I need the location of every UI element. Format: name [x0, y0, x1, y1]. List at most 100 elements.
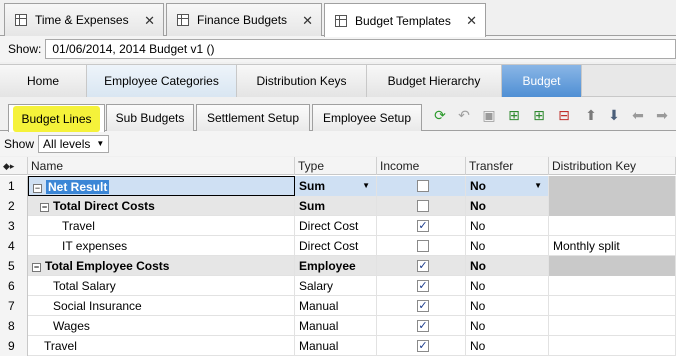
transfer-cell[interactable]: No — [466, 236, 549, 256]
name-cell[interactable]: Wages — [28, 316, 295, 336]
transfer-cell[interactable]: No — [466, 296, 549, 316]
type-cell[interactable]: Sum ▼ — [295, 176, 377, 196]
income-checkbox[interactable]: ✓ — [417, 280, 429, 292]
income-checkbox[interactable] — [417, 200, 429, 212]
type-cell[interactable]: Sum — [295, 196, 377, 216]
distribution-key-cell[interactable] — [549, 196, 676, 216]
nav-employee-categories[interactable]: Employee Categories — [87, 65, 237, 97]
column-income[interactable]: Income — [377, 157, 466, 175]
transfer-cell[interactable]: No — [466, 216, 549, 236]
name-cell[interactable]: Travel — [28, 336, 295, 356]
collapse-icon[interactable]: − — [32, 263, 41, 272]
type-cell[interactable]: Direct Cost — [295, 236, 377, 256]
income-checkbox[interactable]: ✓ — [417, 340, 429, 352]
name-cell[interactable]: − Total Employee Costs — [28, 256, 295, 276]
table-row[interactable]: 2 − Total Direct Costs Sum No — [0, 196, 676, 216]
column-transfer[interactable]: Transfer — [466, 157, 549, 175]
sort-arrows-icon[interactable]: ◆▸ — [0, 157, 28, 175]
income-cell: ✓ — [377, 316, 466, 336]
table-row[interactable]: 1 − Net Result Sum ▼ No ▼ — [0, 176, 676, 196]
nav-budget[interactable]: Budget — [502, 65, 582, 97]
name-cell[interactable]: − Net Result — [28, 176, 295, 196]
income-checkbox[interactable] — [417, 180, 429, 192]
type-cell[interactable]: Manual — [295, 336, 377, 356]
income-cell — [377, 196, 466, 216]
tab-time-expenses[interactable]: Time & Expenses ✕ — [4, 3, 164, 36]
tab-finance-budgets[interactable]: Finance Budgets ✕ — [166, 3, 322, 36]
close-icon[interactable]: ✕ — [466, 13, 477, 29]
add-row-icon[interactable]: ⊞ — [506, 107, 522, 123]
income-checkbox[interactable]: ✓ — [417, 300, 429, 312]
tab-employee-setup[interactable]: Employee Setup — [312, 104, 422, 131]
table-row[interactable]: 3 Travel Direct Cost ✓ No — [0, 216, 676, 236]
distribution-key-cell[interactable] — [549, 316, 676, 336]
distribution-key-cell[interactable] — [549, 276, 676, 296]
type-cell[interactable]: Manual — [295, 296, 377, 316]
transfer-cell[interactable]: No ▼ — [466, 176, 549, 196]
table-row[interactable]: 8 Wages Manual ✓ No — [0, 316, 676, 336]
distribution-key-cell[interactable] — [549, 296, 676, 316]
column-type[interactable]: Type — [295, 157, 377, 175]
transfer-cell[interactable]: No — [466, 196, 549, 216]
income-checkbox[interactable]: ✓ — [417, 260, 429, 272]
name-text: Net Result — [46, 180, 110, 194]
row-number: 5 — [0, 256, 28, 276]
type-text: Sum — [299, 179, 326, 193]
document-tab-bar: Time & Expenses ✕ Finance Budgets ✕ Budg… — [0, 0, 676, 37]
distribution-key-cell[interactable] — [549, 176, 676, 196]
transfer-cell[interactable]: No — [466, 316, 549, 336]
tab-settlement-setup[interactable]: Settlement Setup — [196, 104, 310, 131]
table-row[interactable]: 4 IT expenses Direct Cost No Monthly spl… — [0, 236, 676, 256]
close-icon[interactable]: ✕ — [302, 13, 313, 29]
income-checkbox[interactable]: ✓ — [417, 320, 429, 332]
save-icon[interactable]: ▣ — [481, 107, 497, 123]
distribution-key-cell[interactable] — [549, 256, 676, 276]
name-cell[interactable]: IT expenses — [28, 236, 295, 256]
income-checkbox[interactable] — [417, 240, 429, 252]
type-cell[interactable]: Salary — [295, 276, 377, 296]
type-cell[interactable]: Direct Cost — [295, 216, 377, 236]
undo-icon[interactable]: ↶ — [456, 107, 472, 123]
table-row[interactable]: 6 Total Salary Salary ✓ No — [0, 276, 676, 296]
transfer-cell[interactable]: No — [466, 336, 549, 356]
collapse-icon[interactable]: − — [33, 184, 42, 193]
table-row[interactable]: 7 Social Insurance Manual ✓ No — [0, 296, 676, 316]
tab-budget-lines[interactable]: Budget Lines — [8, 104, 105, 132]
add-child-row-icon[interactable]: ⊞ — [531, 107, 547, 123]
type-cell[interactable]: Manual — [295, 316, 377, 336]
grid-header: ◆▸ Name Type Income Transfer Distributio… — [0, 157, 676, 175]
tab-sub-budgets[interactable]: Sub Budgets — [106, 104, 194, 131]
nav-budget-hierarchy[interactable]: Budget Hierarchy — [367, 65, 502, 97]
column-name[interactable]: Name — [28, 157, 295, 175]
table-icon — [177, 14, 189, 26]
budget-selector-field[interactable]: 01/06/2014, 2014 Budget v1 () — [45, 39, 676, 59]
nav-distribution-keys[interactable]: Distribution Keys — [237, 65, 367, 97]
name-cell[interactable]: Social Insurance — [28, 296, 295, 316]
distribution-key-cell[interactable]: Monthly split — [549, 236, 676, 256]
transfer-cell[interactable]: No — [466, 256, 549, 276]
table-row[interactable]: 5 − Total Employee Costs Employee ✓ No — [0, 256, 676, 276]
column-distribution-key[interactable]: Distribution Key — [549, 157, 676, 175]
distribution-key-cell[interactable] — [549, 216, 676, 236]
move-down-icon[interactable]: ⬇ — [606, 107, 622, 123]
close-icon[interactable]: ✕ — [144, 13, 155, 29]
move-up-icon[interactable]: ⬆ — [583, 107, 599, 123]
tab-label: Time & Expenses — [35, 13, 129, 27]
transfer-cell[interactable]: No — [466, 276, 549, 296]
name-cell[interactable]: Total Salary — [28, 276, 295, 296]
delete-row-icon[interactable]: ⊟ — [556, 107, 572, 123]
budget-lines-grid: ◆▸ Name Type Income Transfer Distributio… — [0, 157, 676, 362]
level-filter-select[interactable]: All levels ▼ — [38, 134, 110, 153]
distribution-key-cell[interactable] — [549, 336, 676, 356]
outdent-icon[interactable]: ⬅ — [630, 107, 646, 123]
indent-icon[interactable]: ➡ — [654, 107, 670, 123]
income-checkbox[interactable]: ✓ — [417, 220, 429, 232]
name-cell[interactable]: − Total Direct Costs — [28, 196, 295, 216]
refresh-icon[interactable]: ⟳ — [432, 107, 448, 123]
collapse-icon[interactable]: − — [40, 203, 49, 212]
type-cell[interactable]: Employee — [295, 256, 377, 276]
table-row[interactable]: 9 Travel Manual ✓ No — [0, 336, 676, 356]
tab-budget-templates[interactable]: Budget Templates ✕ — [324, 3, 486, 37]
nav-home[interactable]: Home — [0, 65, 87, 97]
name-cell[interactable]: Travel — [28, 216, 295, 236]
